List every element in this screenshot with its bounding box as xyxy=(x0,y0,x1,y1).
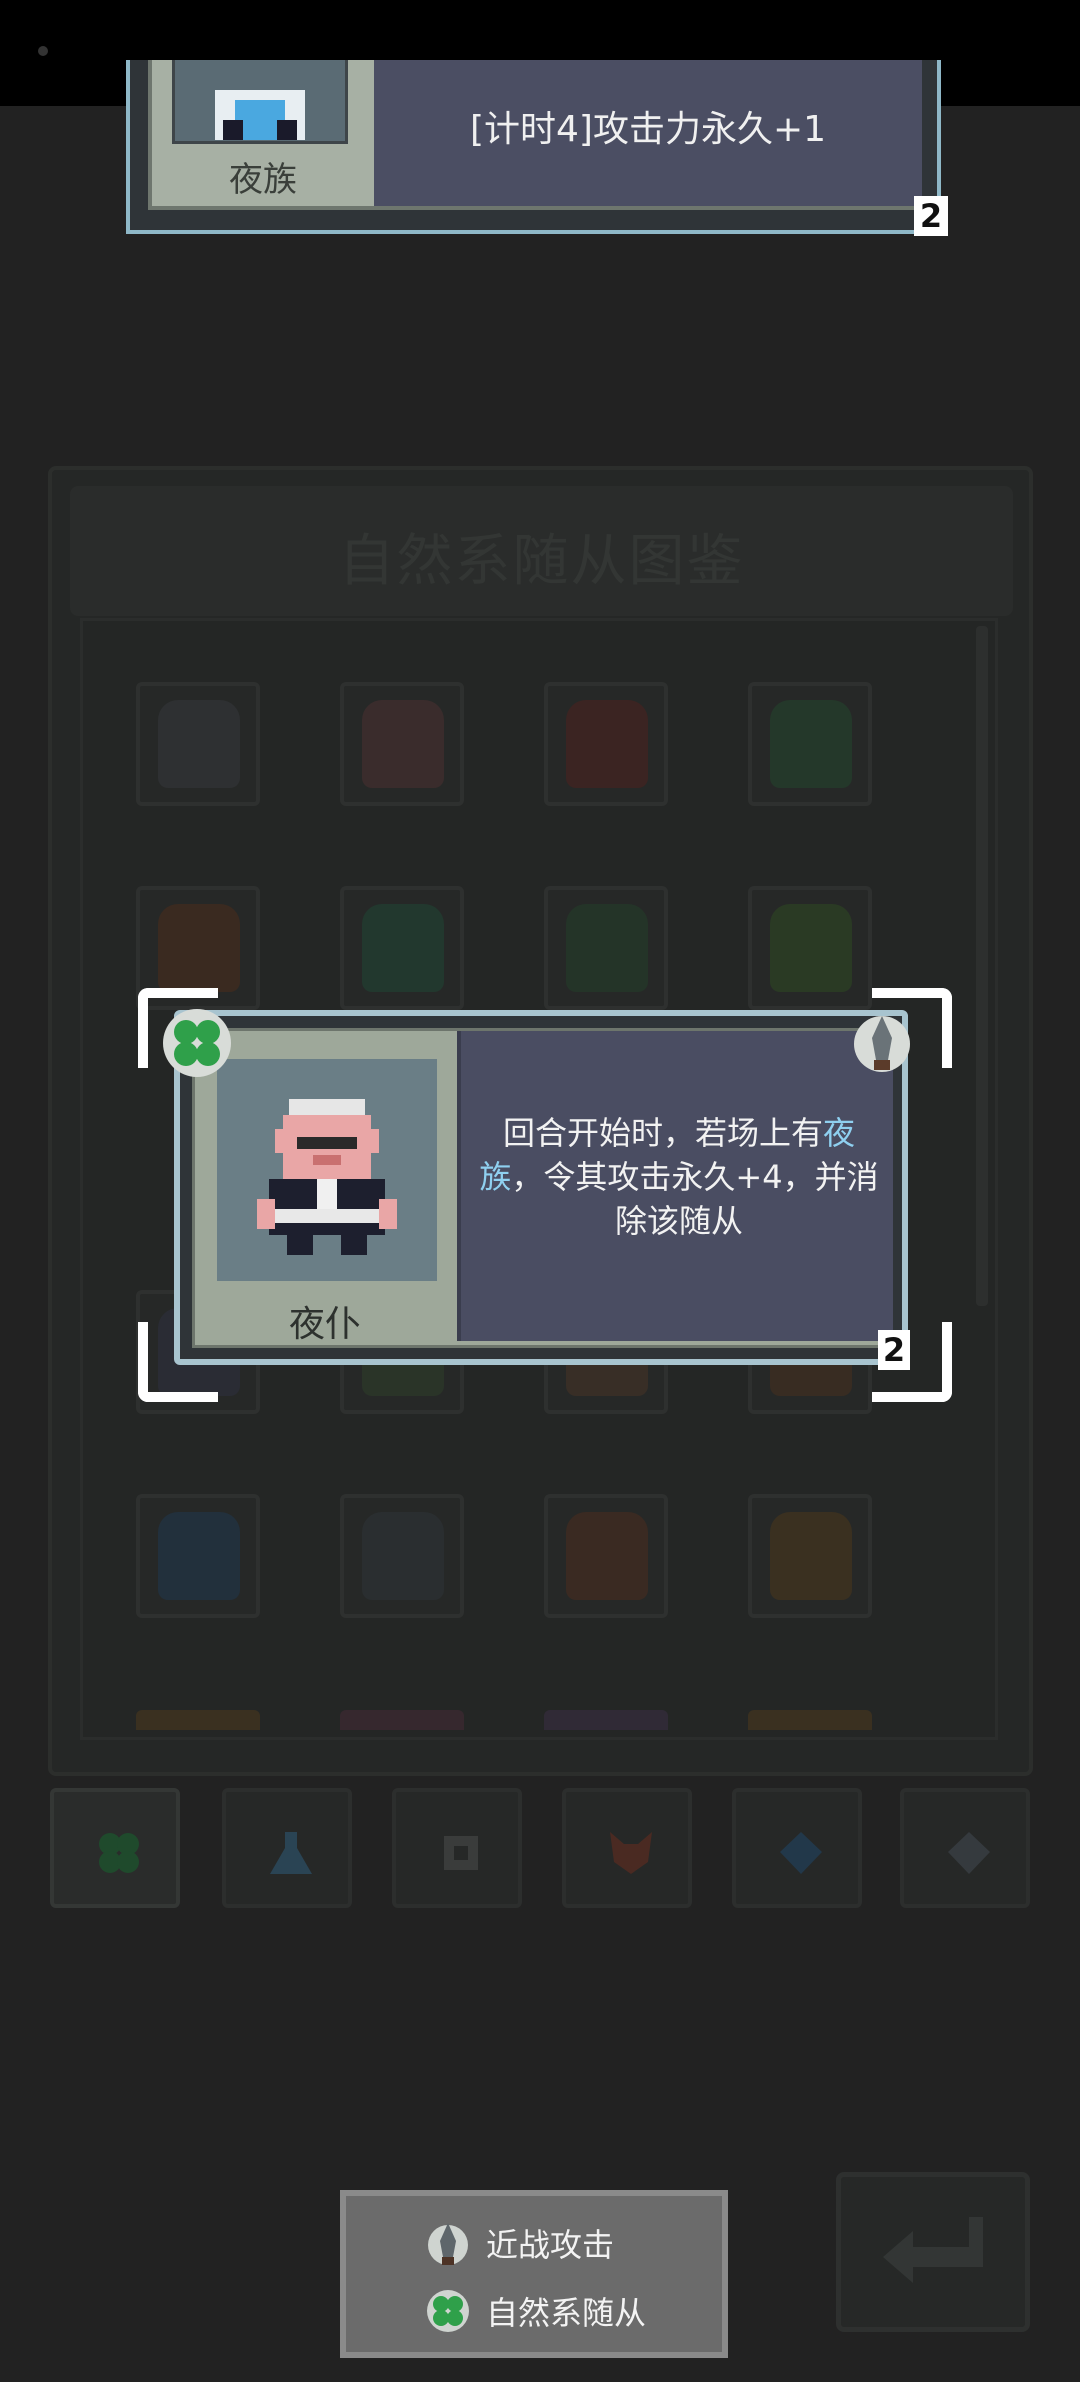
legend-row-melee: 近战攻击 xyxy=(426,2218,614,2268)
minion-icon xyxy=(770,904,852,992)
top-card[interactable]: 夜族 [计时4]攻击力永久+1 2 xyxy=(126,60,948,236)
minion-slot-partial[interactable] xyxy=(748,1700,872,1730)
grey-diamond-icon xyxy=(948,1832,990,1874)
status-indicator-dot xyxy=(38,46,48,56)
minion-icon xyxy=(566,1512,648,1600)
minion-slot[interactable] xyxy=(544,1494,668,1618)
minion-icon xyxy=(770,700,852,788)
top-card-cost-badge: 2 xyxy=(914,196,948,236)
minion-slot-partial[interactable] xyxy=(340,1700,464,1730)
minion-slot[interactable] xyxy=(544,682,668,806)
minion-icon xyxy=(362,1512,444,1600)
codex-title: 自然系随从图鉴 xyxy=(338,529,745,594)
potion-flask-icon xyxy=(270,1832,312,1874)
legend-nature-label: 自然系随从 xyxy=(486,2294,647,2332)
minion-slot[interactable] xyxy=(748,682,872,806)
minion-icon xyxy=(362,700,444,788)
night-clan-portrait-icon xyxy=(215,90,305,140)
minion-slot-partial[interactable] xyxy=(544,1700,668,1730)
fox-icon xyxy=(610,1832,652,1874)
back-button[interactable] xyxy=(836,2172,1030,2332)
return-arrow-icon xyxy=(883,2217,983,2283)
legend-row-nature: 自然系随从 xyxy=(426,2286,646,2336)
minion-slot[interactable] xyxy=(136,682,260,806)
legend-melee-label: 近战攻击 xyxy=(486,2226,615,2264)
nature-clover-badge-icon xyxy=(163,1009,231,1077)
blue-diamond-icon xyxy=(780,1832,822,1874)
minion-icon xyxy=(362,904,444,992)
minion-slot[interactable] xyxy=(136,1494,260,1618)
minion-icon xyxy=(770,1512,852,1600)
legend-box: 近战攻击 自然系随从 xyxy=(340,2190,728,2358)
tab-beast[interactable] xyxy=(562,1788,692,1908)
codex-scrollbar[interactable] xyxy=(976,626,988,1306)
minion-slot[interactable] xyxy=(748,886,872,1010)
minion-description-box: 回合开始时，若场上有夜族，令其攻击永久+4，并消除该随从 xyxy=(457,1031,893,1341)
top-card-portrait xyxy=(172,60,348,144)
top-card-body: 夜族 [计时4]攻击力永久+1 xyxy=(148,60,922,210)
minion-detail-card[interactable]: 夜仆 回合开始时，若场上有夜族，令其攻击永久+4，并消除该随从 xyxy=(174,1010,908,1365)
minion-slot[interactable] xyxy=(544,886,668,1010)
description-prefix: 回合开始时，若场上有 xyxy=(502,1114,823,1152)
minion-icon xyxy=(158,700,240,788)
melee-sword-badge-icon xyxy=(854,1016,910,1072)
tab-mechanic[interactable] xyxy=(392,1788,522,1908)
minion-icon xyxy=(158,1512,240,1600)
codex-title-bar: 自然系随从图鉴 xyxy=(70,486,1013,616)
top-card-description: [计时4]攻击力永久+1 xyxy=(469,109,827,150)
minion-slot[interactable] xyxy=(748,1494,872,1618)
tab-potion[interactable] xyxy=(222,1788,352,1908)
description-suffix: ，令其攻击永久+4，并消除该随从 xyxy=(511,1158,879,1240)
minion-slot-partial[interactable] xyxy=(136,1700,260,1730)
minion-icon xyxy=(566,700,648,788)
sword-icon xyxy=(428,2223,468,2265)
gear-icon xyxy=(444,1836,478,1870)
night-servant-portrait-icon xyxy=(257,1099,397,1255)
minion-icon xyxy=(566,904,648,992)
minion-name: 夜仆 xyxy=(288,1304,361,1345)
tab-diamond[interactable] xyxy=(900,1788,1030,1908)
minion-portrait xyxy=(217,1059,437,1281)
minion-description: 回合开始时，若场上有夜族，令其攻击永久+4，并消除该随从 xyxy=(475,1111,883,1243)
tab-crystal[interactable] xyxy=(732,1788,862,1908)
minion-cost-badge: 2 xyxy=(878,1330,910,1370)
minion-slot[interactable] xyxy=(340,886,464,1010)
top-card-name: 夜族 xyxy=(229,160,297,200)
minion-slot[interactable] xyxy=(340,1494,464,1618)
top-card-description-box: [计时4]攻击力永久+1 xyxy=(374,60,922,206)
clover-icon xyxy=(427,2290,469,2332)
minion-slot[interactable] xyxy=(340,682,464,806)
minion-detail-body: 夜仆 回合开始时，若场上有夜族，令其攻击永久+4，并消除该随从 xyxy=(192,1028,893,1348)
tab-nature[interactable] xyxy=(50,1788,180,1908)
clover-icon xyxy=(99,1833,139,1873)
minion-icon xyxy=(158,904,240,992)
